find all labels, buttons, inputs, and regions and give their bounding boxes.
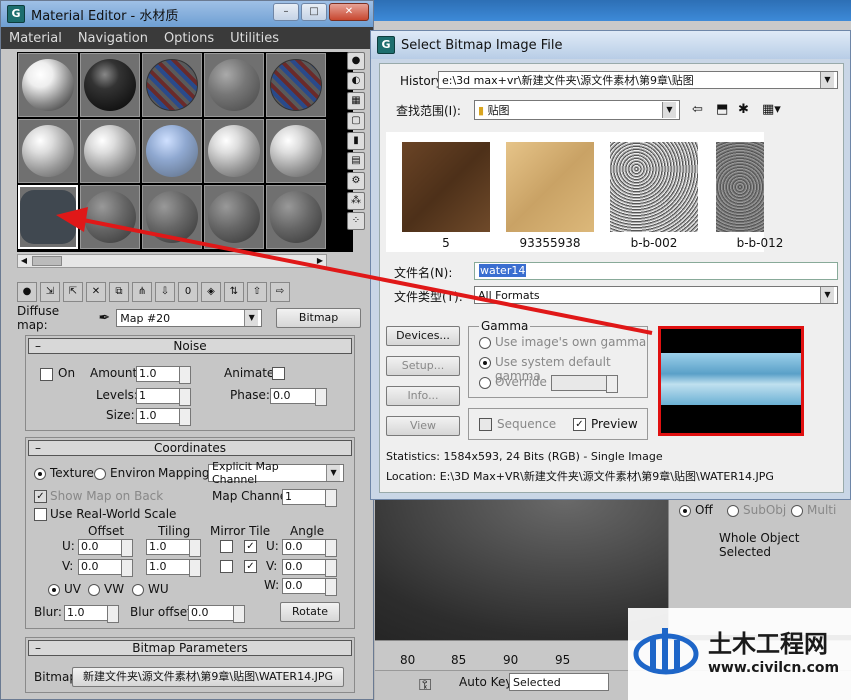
watermark-logo-icon bbox=[633, 628, 699, 675]
annotation-arrow bbox=[56, 207, 653, 335]
arrow-shaft bbox=[77, 217, 653, 335]
arrow-head bbox=[56, 207, 88, 232]
watermark-name: 土木工程网 bbox=[708, 630, 828, 658]
watermark-url: www.civilcn.com bbox=[708, 660, 840, 676]
watermark: 土木工程网 www.civilcn.com bbox=[628, 608, 851, 700]
